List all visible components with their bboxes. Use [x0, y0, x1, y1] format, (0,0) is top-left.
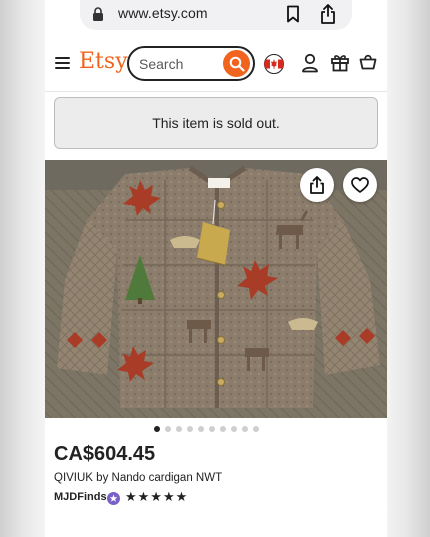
search-icon [229, 56, 245, 72]
bookmark-icon[interactable] [286, 5, 300, 28]
account-icon[interactable] [301, 53, 319, 78]
hamburger-icon[interactable] [55, 57, 70, 69]
etsy-logo[interactable]: Etsy [79, 49, 128, 74]
site-header: Etsy Search [45, 40, 387, 88]
listing-title: QIVIUK by Nando cardigan NWT [54, 472, 223, 484]
search-input[interactable]: Search [127, 46, 255, 81]
gallery-dot[interactable] [176, 426, 182, 432]
heart-icon [351, 177, 369, 193]
cardigan-photo [45, 160, 387, 418]
gallery-dot[interactable] [165, 426, 171, 432]
search-button[interactable] [223, 50, 250, 77]
header-divider [45, 91, 387, 92]
gallery-dot[interactable] [231, 426, 237, 432]
gallery-dot[interactable] [187, 426, 193, 432]
gallery-pagination [154, 426, 259, 432]
cart-icon[interactable] [359, 54, 377, 75]
gallery-dot[interactable] [220, 426, 226, 432]
sold-out-text: This item is sold out. [152, 115, 280, 131]
gallery-dot[interactable] [198, 426, 204, 432]
etsy-page: www.etsy.com Etsy Search This item is so… [45, 0, 387, 537]
star-seller-badge-icon [107, 492, 120, 505]
gift-icon[interactable] [330, 52, 350, 77]
share-icon [310, 176, 324, 194]
rating-stars: ★★★★★ [125, 489, 189, 504]
search-placeholder: Search [139, 56, 184, 72]
sold-out-notice: This item is sold out. [54, 97, 378, 149]
gallery-dot[interactable] [209, 426, 215, 432]
favorite-button[interactable] [343, 168, 377, 202]
browser-bar: www.etsy.com [45, 0, 387, 30]
gallery-dot[interactable] [242, 426, 248, 432]
address-bar[interactable]: www.etsy.com [80, 0, 352, 30]
gallery-dot[interactable] [253, 426, 259, 432]
share-icon[interactable] [320, 4, 336, 29]
canada-flag-icon[interactable] [264, 54, 284, 74]
seller-name[interactable]: MJDFinds [54, 491, 107, 503]
lock-icon [92, 7, 104, 26]
product-image[interactable] [45, 160, 387, 418]
url-text: www.etsy.com [118, 5, 208, 21]
gallery-dot[interactable] [154, 426, 160, 432]
share-button[interactable] [300, 168, 334, 202]
listing-price: CA$604.45 [54, 443, 156, 465]
